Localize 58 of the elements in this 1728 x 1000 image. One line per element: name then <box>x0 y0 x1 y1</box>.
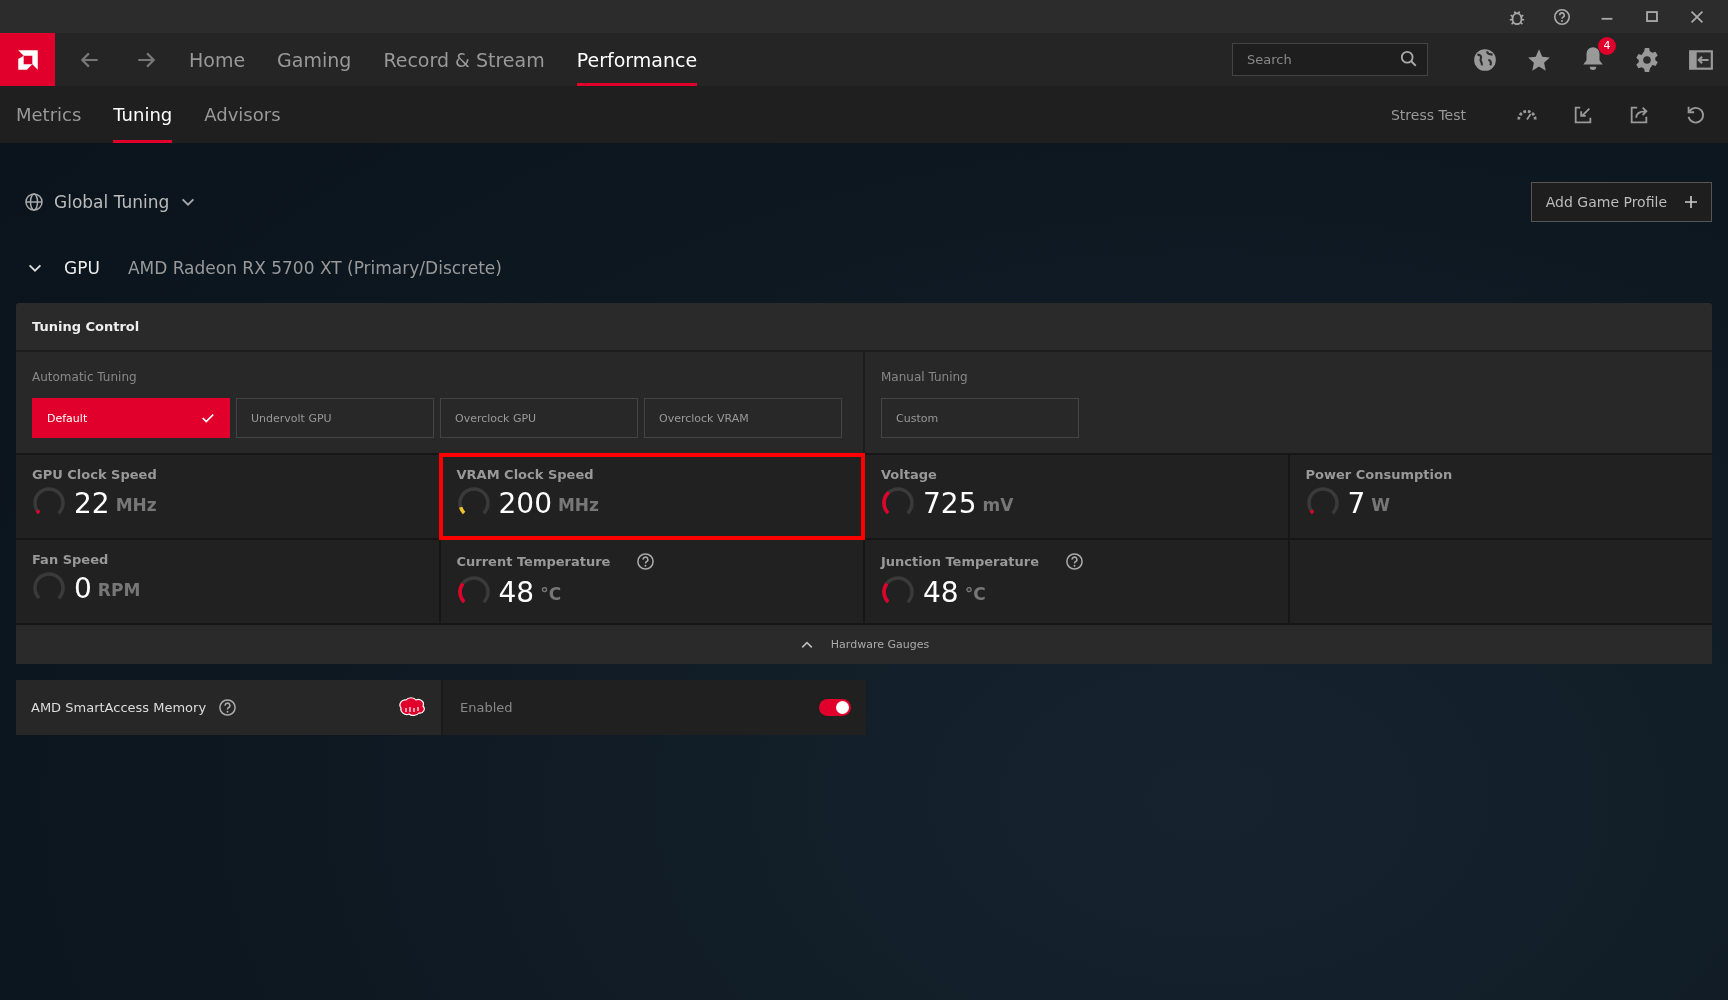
section-label: Automatic Tuning <box>32 370 138 384</box>
notification-badge: 4 <box>1598 36 1616 55</box>
metric-label: VRAM Clock Speed <box>456 467 594 482</box>
add-game-profile-button[interactable]: Add Game Profile <box>1530 182 1712 222</box>
settings-icon[interactable] <box>1634 46 1660 73</box>
metric-label: GPU Clock Speed <box>32 467 157 482</box>
setting-label: AMD SmartAccess Memory <box>31 700 207 715</box>
metric-unit: MHz <box>557 495 599 515</box>
metric-value: 725 <box>923 486 977 520</box>
metric-unit: MHz <box>115 495 157 515</box>
gpu-name: AMD Radeon RX 5700 XT (Primary/Discrete) <box>127 258 502 278</box>
sub-tab[interactable]: Tuning <box>113 86 173 143</box>
globe-icon <box>24 192 44 212</box>
metric-value: 48 <box>923 575 959 609</box>
metric-unit: mV <box>982 495 1014 515</box>
tuning-option[interactable]: Overclock VRAM <box>644 398 842 438</box>
tuning-option[interactable]: Overclock GPU <box>440 398 638 438</box>
metric-unit: RPM <box>97 580 141 600</box>
metric-unit: °C <box>964 584 986 604</box>
search-icon <box>1400 50 1418 68</box>
tuning-option[interactable]: Undervolt GPU <box>236 398 434 438</box>
check-icon <box>201 411 215 425</box>
metric-label: Power Consumption <box>1305 467 1453 482</box>
logo-icon[interactable] <box>0 33 55 86</box>
metric-value: 200 <box>498 486 552 520</box>
sub-tab[interactable]: Metrics <box>16 86 82 143</box>
plus-icon <box>1683 194 1699 210</box>
profile-dropdown[interactable]: Global Tuning <box>54 192 170 212</box>
bell-icon[interactable] <box>1580 44 1606 71</box>
sub-tab[interactable]: Advisors <box>204 86 281 143</box>
setting-status: Enabled <box>460 700 513 715</box>
metric-label: Junction Temperature <box>881 554 1039 569</box>
hardware-gauges-toggle[interactable]: Hardware Gauges <box>16 623 1712 664</box>
metric-value: 7 <box>1347 486 1366 520</box>
metric-value: 22 <box>74 486 110 520</box>
globe-icon[interactable] <box>1472 46 1498 73</box>
gpu-label: GPU <box>64 258 100 278</box>
tuning-option[interactable]: Default <box>32 398 230 438</box>
metric-value: 48 <box>498 575 535 609</box>
help-icon[interactable] <box>1064 552 1084 571</box>
metric-unit: W <box>1371 495 1391 515</box>
stress-test-button[interactable]: Stress Test <box>1390 106 1466 123</box>
help-icon[interactable] <box>636 552 656 571</box>
nav-tab[interactable]: Gaming <box>277 33 352 86</box>
search-field[interactable]: Search <box>1232 43 1428 76</box>
metric-label: Voltage <box>881 467 937 482</box>
metric-unit: °C <box>540 584 562 604</box>
help-icon[interactable] <box>218 698 238 717</box>
tuning-option[interactable]: Custom <box>881 398 1079 438</box>
toggle-switch[interactable] <box>819 699 851 716</box>
panel-title: Tuning Control <box>32 319 140 334</box>
section-label: Manual Tuning <box>881 370 969 384</box>
nav-tab[interactable]: Record & Stream <box>383 33 545 86</box>
nav-tab[interactable]: Home <box>189 33 246 86</box>
help-icon[interactable] <box>1553 7 1571 26</box>
metric-value: 0 <box>74 571 92 605</box>
metric-label: Current Temperature <box>456 554 611 569</box>
metric-label: Fan Speed <box>32 552 109 567</box>
